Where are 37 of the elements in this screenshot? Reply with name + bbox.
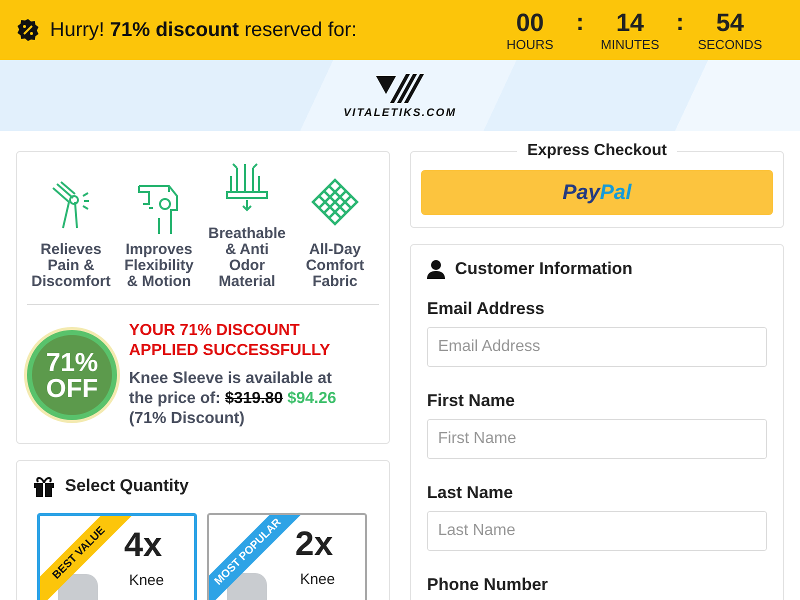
- benefit-label: Relieves Pain & Discomfort: [31, 242, 111, 290]
- countdown-separator: :: [575, 8, 585, 36]
- section-title: Customer Information: [455, 259, 633, 279]
- express-checkout-title: Express Checkout: [517, 142, 677, 160]
- section-title: Select Quantity: [65, 476, 189, 496]
- field-label: Last Name: [427, 483, 514, 503]
- price-text: Knee Sleeve is available at the price of: $319.80 $94.26 (71% Discount): [129, 369, 338, 429]
- input-field[interactable]: Last Name: [427, 511, 767, 551]
- quantity-amount: 2x: [295, 525, 333, 563]
- countdown-label: SECONDS: [698, 36, 762, 52]
- input-field[interactable]: First Name: [427, 419, 767, 459]
- field-label: First Name: [427, 391, 516, 411]
- discount-headline: YOUR 71% DISCOUNT APPLIED SUCCESSFULLY: [129, 321, 332, 361]
- option-label: Knee: [300, 571, 335, 588]
- field-label: Phone Number: [427, 575, 549, 595]
- logo-icon: [376, 72, 424, 104]
- promo-text: Hurry! 71% discount reserved for:: [50, 18, 358, 42]
- countdown-value: 54: [716, 8, 744, 36]
- logo-text: VITALETIKS.COM: [343, 106, 457, 118]
- countdown-value: 14: [616, 8, 644, 36]
- field-label: Email Address: [427, 299, 546, 319]
- gift-icon: [33, 475, 55, 497]
- countdown-label: HOURS: [506, 36, 554, 52]
- input-field[interactable]: Email Address: [427, 327, 767, 367]
- benefit-label: Improves Flexibility & Motion: [124, 242, 194, 290]
- quantity-amount: 4x: [124, 526, 162, 564]
- user-icon: [427, 260, 445, 278]
- paypal-button[interactable]: PayPal: [421, 170, 773, 215]
- benefit-label: All-Day Comfort Fabric: [306, 242, 364, 290]
- countdown-value: 00: [516, 8, 544, 36]
- seal-off: OFF: [46, 375, 98, 401]
- option-label: Knee: [128, 572, 164, 589]
- countdown-label: MINUTES: [600, 36, 660, 52]
- discount-badge-icon: [16, 18, 40, 42]
- countdown-separator: :: [675, 8, 685, 36]
- seal-percent: 71%: [46, 349, 98, 375]
- benefit-label: Breathable & Anti Odor Material: [208, 226, 286, 290]
